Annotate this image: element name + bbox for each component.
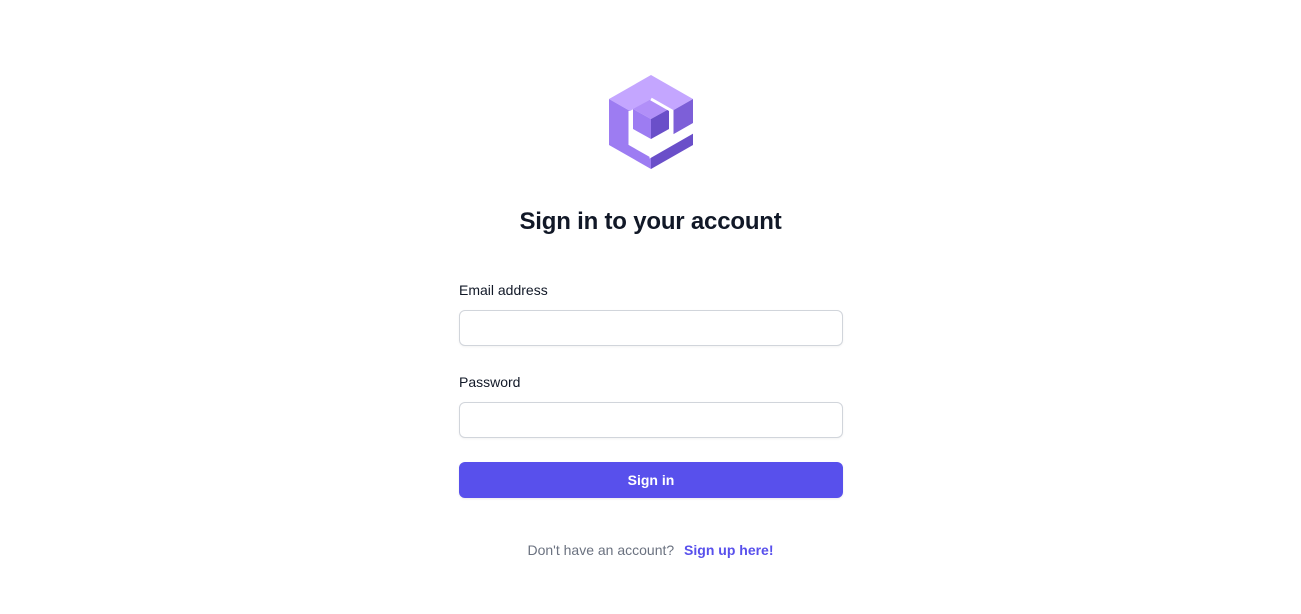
email-label: Email address [459,282,548,298]
signup-prompt: Don't have an account? Sign up here! [0,540,1301,560]
password-input[interactable] [459,402,843,438]
email-input[interactable] [459,310,843,346]
password-label: Password [459,374,521,390]
email-field-group: Email address [459,280,843,346]
cube-logo-icon [606,72,696,172]
sign-in-button[interactable]: Sign in [459,462,843,498]
signup-prompt-text: Don't have an account? [527,542,675,558]
signup-link[interactable]: Sign up here! [684,542,773,558]
signin-page: Sign in to your account Email address Pa… [0,0,1301,614]
page-title: Sign in to your account [519,208,782,235]
password-field-group: Password [459,372,843,438]
